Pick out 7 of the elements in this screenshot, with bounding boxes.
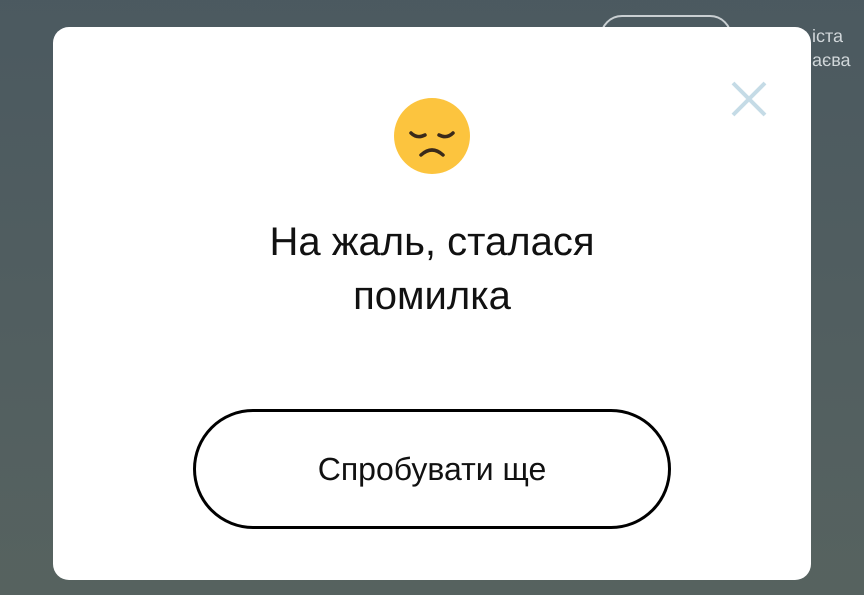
error-title: На жаль, сталася помилка <box>268 219 596 320</box>
sad-face-icon <box>393 97 471 175</box>
retry-button[interactable]: Спробувати ще <box>193 409 671 529</box>
header-text: іста <box>812 25 844 48</box>
close-button[interactable] <box>729 79 769 119</box>
close-icon <box>731 81 767 117</box>
header-text: аєва <box>812 49 851 72</box>
